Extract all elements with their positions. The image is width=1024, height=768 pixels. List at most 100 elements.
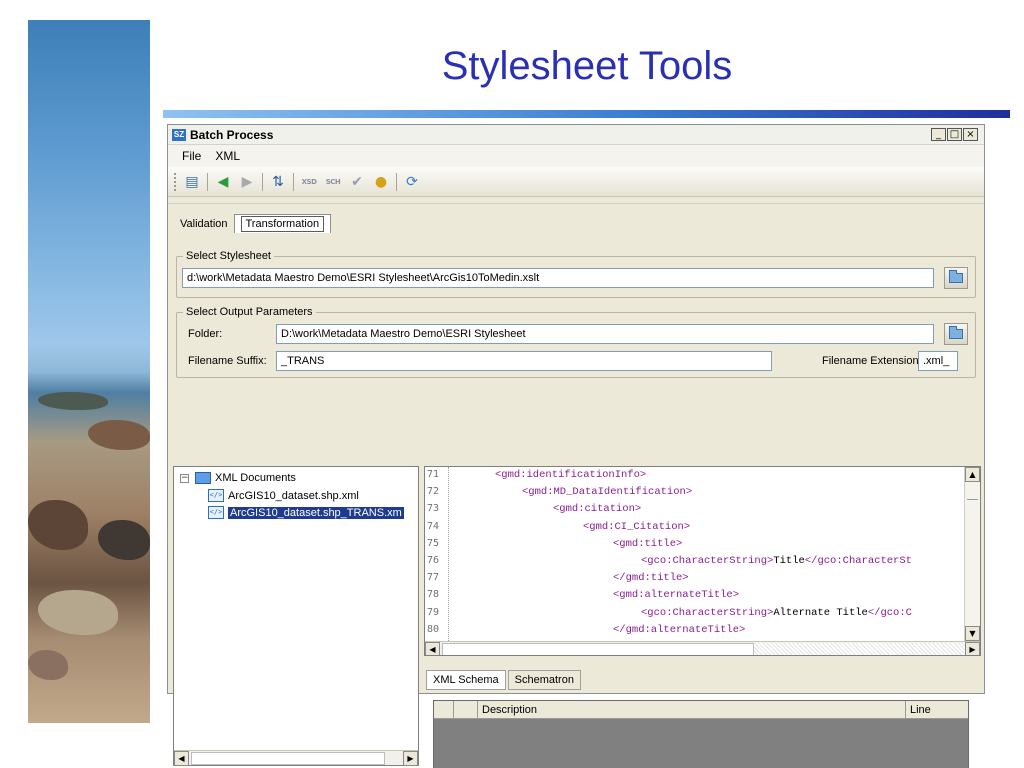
code-line[interactable]: </gmd:title>	[613, 572, 689, 584]
batch-process-window: SZ Batch Process _ □ × File XML ▤ ◀ ▶ ⇅ …	[167, 124, 985, 768]
line-number: 71	[427, 469, 440, 480]
scroll-thumb[interactable]	[442, 642, 754, 655]
scroll-left-icon[interactable]: ◀	[425, 641, 440, 655]
close-button[interactable]: ×	[963, 128, 978, 141]
code-line[interactable]: <gco:CharacterString>Title</gco:Characte…	[641, 555, 912, 567]
window-titlebar[interactable]: SZ Batch Process _ □ ×	[168, 125, 984, 145]
xml-text-token: Alternate Title	[773, 606, 868, 619]
code-line[interactable]: <gmd:title>	[613, 538, 682, 550]
xml-text-token: Title	[773, 555, 805, 567]
tab-xml-schema[interactable]: XML Schema	[426, 670, 506, 690]
app-icon: SZ	[172, 128, 186, 141]
forward-arrow-icon[interactable]: ▶	[238, 173, 256, 191]
xml-code-editor[interactable]: 7172737475767778798081 <gmd:identificati…	[424, 466, 981, 656]
browse-folder-button[interactable]	[944, 323, 968, 345]
xml-tag-token: <gmd:citation>	[553, 503, 642, 516]
tree-item[interactable]: </> ArcGIS10_dataset.shp.xml	[208, 489, 359, 502]
xml-tag-token: </gmd:alternateTitle>	[613, 623, 746, 636]
back-arrow-icon[interactable]: ◀	[214, 173, 232, 191]
tab-transformation[interactable]: Transformation	[233, 214, 332, 233]
scroll-down-icon[interactable]: ▼	[965, 626, 980, 641]
open-document-icon[interactable]: ▤	[183, 173, 201, 191]
rock-shape	[38, 392, 108, 410]
tree-root-xml-documents[interactable]: − XML Documents	[180, 472, 296, 484]
scroll-up-icon[interactable]: ▲	[965, 467, 980, 482]
rock-shape	[28, 650, 68, 680]
folder-icon	[949, 270, 963, 283]
line-number: 75	[427, 537, 440, 549]
code-line[interactable]: <gmd:CI_Citation>	[583, 521, 690, 533]
scroll-right-icon[interactable]: ▶	[403, 750, 418, 766]
xml-tag-token: <gmd:CI_Citation>	[583, 520, 691, 533]
scroll-left-icon[interactable]: ◀	[174, 750, 189, 766]
refresh-icon[interactable]: ⟳	[403, 173, 421, 191]
filename-suffix-input[interactable]: _TRANS	[276, 351, 772, 371]
xml-file-icon: </>	[208, 506, 224, 519]
slide-title: Stylesheet Tools	[441, 44, 733, 88]
xml-documents-tree[interactable]: − XML Documents </> ArcGIS10_dataset.shp…	[173, 466, 419, 766]
toolbar-separator	[207, 172, 208, 191]
scroll-thumb[interactable]	[967, 499, 978, 502]
xsd-validate-icon[interactable]: XSD	[300, 173, 318, 191]
tree-item-selected[interactable]: </> ArcGIS10_dataset.shp_TRANS.xm	[208, 506, 404, 519]
rock-shape	[98, 520, 150, 560]
output-folder-input[interactable]: D:\work\Metadata Maestro Demo\ESRI Style…	[276, 324, 934, 344]
window-title: Batch Process	[190, 127, 274, 142]
window-body: Validation Transformation Select Stylesh…	[168, 203, 984, 768]
side-photo-image	[28, 20, 150, 723]
collapse-toggle-icon[interactable]: −	[180, 473, 189, 483]
mode-tabs: Validation Transformation	[174, 214, 332, 233]
code-line[interactable]: <gmd:citation>	[553, 503, 641, 515]
code-line[interactable]: <gco:CharacterString>Alternate Title</gc…	[641, 607, 912, 619]
line-number: 77	[427, 572, 440, 584]
tab-validation[interactable]: Validation	[174, 215, 234, 233]
xml-tag-token: <gco:CharacterString>	[641, 606, 774, 619]
toolbar-separator	[396, 172, 397, 191]
line-number: 80	[427, 623, 440, 635]
filename-extension-label: Filename Extension:	[822, 355, 922, 367]
xml-tag-token: <gmd:title>	[613, 537, 683, 550]
folder-label: Folder:	[188, 328, 223, 340]
toolbar-separator	[262, 172, 263, 191]
tab-schematron[interactable]: Schematron	[507, 670, 581, 690]
bug-icon[interactable]: ●	[372, 173, 390, 191]
results-column-header[interactable]	[434, 701, 454, 718]
editor-vertical-scrollbar[interactable]: ▲ ▼	[964, 467, 980, 641]
line-number: 74	[427, 520, 440, 532]
results-column-header[interactable]	[454, 701, 478, 718]
results-column-line[interactable]: Line	[906, 701, 968, 718]
tree-root-label: XML Documents	[215, 472, 296, 484]
filename-extension-input[interactable]: .xml_	[918, 351, 958, 371]
code-line[interactable]: </gmd:alternateTitle>	[613, 624, 745, 636]
menu-file[interactable]: File	[182, 149, 201, 163]
tree-horizontal-scrollbar[interactable]: ◀ ▶	[174, 750, 418, 766]
validation-results-table[interactable]: Description Line	[433, 700, 969, 768]
menu-xml[interactable]: XML	[215, 149, 240, 163]
rock-shape	[38, 590, 118, 635]
code-line[interactable]: <gmd:identificationInfo>	[495, 469, 646, 481]
tab-transformation-label: Transformation	[240, 216, 325, 232]
checkmark-icon[interactable]: ✔	[348, 173, 366, 191]
toolbar-grip[interactable]	[174, 172, 177, 191]
line-number: 78	[427, 589, 440, 601]
xml-tag-token: <gmd:alternateTitle>	[613, 589, 740, 602]
xml-tag-token: <gmd:MD_DataIdentification>	[522, 486, 693, 499]
maximize-button[interactable]: □	[947, 128, 962, 141]
results-column-description[interactable]: Description	[478, 701, 906, 718]
transform-icon[interactable]: ⇅	[269, 173, 287, 191]
scroll-right-icon[interactable]: ▶	[965, 641, 980, 655]
code-line[interactable]: <gmd:MD_DataIdentification>	[522, 486, 692, 498]
editor-horizontal-scrollbar[interactable]: ◀ ▶	[425, 641, 980, 655]
select-output-legend: Select Output Parameters	[186, 306, 313, 318]
title-rule	[163, 110, 1010, 118]
code-line[interactable]: <gmd:alternateTitle>	[613, 589, 739, 601]
toolbar: ▤ ◀ ▶ ⇅ XSD SCH ✔ ● ⟳	[168, 167, 984, 197]
sch-validate-icon[interactable]: SCH	[324, 173, 342, 191]
stylesheet-path-input[interactable]: d:\work\Metadata Maestro Demo\ESRI Style…	[182, 268, 934, 288]
minimize-button[interactable]: _	[931, 128, 946, 141]
scroll-track[interactable]	[754, 642, 965, 655]
browse-stylesheet-button[interactable]	[944, 267, 968, 289]
scroll-thumb[interactable]	[191, 751, 385, 765]
menubar: File XML	[168, 145, 984, 167]
xml-tag-token: <gco:CharacterString>	[641, 555, 774, 567]
